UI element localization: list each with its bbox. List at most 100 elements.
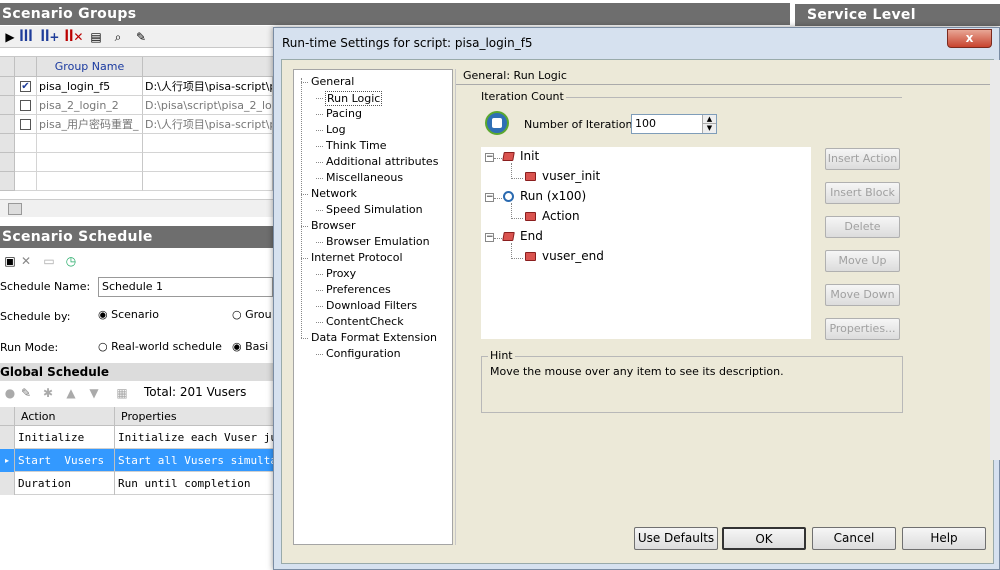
schedule-name-field[interactable]: Schedule 1	[98, 277, 273, 297]
tree-item[interactable]: Internet Protocol	[310, 251, 404, 264]
tree-item[interactable]: Log	[325, 123, 347, 136]
tree-item[interactable]: Proxy	[325, 267, 357, 280]
grid-view-icon[interactable]: ▦	[112, 383, 132, 403]
tree-item[interactable]: Network	[310, 187, 358, 200]
schedule-action-row[interactable]: ▸ Start Vusers Start all Vusers simultane	[0, 449, 273, 472]
move-up-icon[interactable]: ▲	[61, 383, 81, 403]
group-row[interactable]: pisa_2_login_2D:\pisa\script\pisa_2_logi…	[0, 96, 273, 115]
spin-down-icon[interactable]: ▼	[702, 124, 716, 133]
tree-item[interactable]: Browser	[310, 219, 357, 232]
radio-scenario[interactable]: ◉ Scenario	[98, 308, 159, 321]
delete-schedule-icon[interactable]: ✕	[16, 251, 36, 271]
tree-item[interactable]: Additional attributes	[325, 155, 439, 168]
tree-connector	[316, 178, 323, 179]
iterations-spinner[interactable]: 100 ▲ ▼	[631, 114, 717, 134]
properties-cell: Initialize each Vuser just	[118, 431, 273, 444]
group-row[interactable]	[0, 134, 273, 153]
spin-up-icon[interactable]: ▲	[702, 115, 716, 124]
run-logic-node[interactable]: vuser_init	[525, 169, 600, 187]
tree-connector	[316, 146, 323, 147]
enable-checkbox[interactable]	[20, 119, 31, 130]
group-row[interactable]	[0, 153, 273, 172]
schedule-action-row[interactable]: Initialize Initialize each Vuser just	[0, 426, 273, 449]
tree-connector	[316, 114, 323, 115]
run-logic-node[interactable]: vuser_end	[525, 249, 604, 267]
run-logic-node[interactable]: End	[502, 229, 543, 247]
dialog-button[interactable]: Cancel	[812, 527, 896, 550]
run-logic-node[interactable]: Run (x100)	[503, 189, 586, 207]
schedule-name-value: Schedule 1	[102, 280, 164, 293]
global-schedule-header: Global Schedule	[0, 363, 273, 381]
add-vusers-icon[interactable]: ꟾꟾ+	[40, 27, 60, 47]
row-header-cell	[0, 134, 15, 153]
side-button[interactable]: Insert Action	[825, 148, 900, 170]
side-button[interactable]: Move Up	[825, 250, 900, 272]
tree-item[interactable]: Pacing	[325, 107, 363, 120]
group-path-cell: D:\pisa\script\pisa_2_login	[143, 96, 273, 115]
schedule-by-label: Schedule by:	[0, 310, 71, 323]
side-button[interactable]: Delete	[825, 216, 900, 238]
properties-column-header[interactable]: Properties	[115, 407, 273, 426]
tree-connector	[316, 290, 323, 291]
tree-item[interactable]: Miscellaneous	[325, 171, 404, 184]
grid-scrollbar[interactable]	[0, 199, 273, 217]
total-vusers: Total: 201 Vusers	[144, 385, 247, 399]
row-header-cell	[0, 115, 15, 134]
tree-connector	[301, 82, 308, 83]
tree-item[interactable]: Run Logic	[325, 91, 383, 106]
enable-checkbox[interactable]: ✔	[20, 81, 31, 92]
iterations-value: 100	[635, 117, 656, 130]
move-down-icon[interactable]: ▼	[84, 383, 104, 403]
right-edge-strip	[990, 60, 1000, 460]
run-logic-node[interactable]: Action	[525, 209, 580, 227]
radio-realworld[interactable]: ○ Real-world schedule	[98, 340, 222, 353]
row-checkbox-cell	[15, 172, 37, 191]
run-logic-node[interactable]: Init	[502, 149, 539, 167]
remove-vusers-icon[interactable]: ꟾꟾ✕	[64, 27, 84, 47]
tree-item[interactable]: Browser Emulation	[325, 235, 431, 248]
schedule-action-row[interactable]: Duration Run until completion	[0, 472, 273, 495]
side-button[interactable]: Move Down	[825, 284, 900, 306]
tree-connector	[301, 258, 308, 259]
runtime-settings-dialog: Run-time Settings for script: pisa_login…	[273, 27, 1000, 570]
side-button[interactable]: Insert Block	[825, 182, 900, 204]
tree-item[interactable]: Speed Simulation	[325, 203, 424, 216]
enable-checkbox[interactable]	[20, 100, 31, 111]
group-path-cell	[143, 153, 273, 172]
action-column-header[interactable]: Action	[15, 407, 115, 426]
group-row[interactable]: pisa_用户密码重置_ D:\人行项目\pisa-script\p	[0, 115, 273, 134]
group-row[interactable]	[0, 172, 273, 191]
schedule-clock-icon[interactable]: ◷	[61, 251, 81, 271]
view-script-icon[interactable]: ⌕	[108, 27, 128, 47]
radio-basic[interactable]: ◉ Basi	[232, 340, 268, 353]
tree-item[interactable]: General	[310, 75, 355, 88]
edit-script-icon[interactable]: ✎	[131, 27, 151, 47]
tree-item[interactable]: Data Format Extension	[310, 331, 438, 344]
tree-connector	[316, 162, 323, 163]
rename-schedule-icon[interactable]: ▭	[39, 251, 59, 271]
details-icon[interactable]: ▤	[86, 27, 106, 47]
dialog-button[interactable]: Use Defaults	[634, 527, 718, 550]
tree-connector	[316, 322, 323, 323]
expand-collapse-icon[interactable]: −	[485, 153, 494, 162]
expand-collapse-icon[interactable]: −	[485, 193, 494, 202]
side-button[interactable]: Properties...	[825, 318, 900, 340]
expand-collapse-icon[interactable]: −	[485, 233, 494, 242]
run-logic-tree: Init − vuser_init Run (x100) − Action End − vuse…	[481, 147, 811, 339]
edit-action-icon[interactable]: ✎	[16, 383, 36, 403]
group-name-column-header[interactable]: Group Name	[37, 57, 143, 77]
tree-item[interactable]: ContentCheck	[325, 315, 405, 328]
radio-basic-label: Basi	[245, 340, 269, 353]
radio-group[interactable]: ○ Grou	[232, 308, 272, 321]
vusers-icon[interactable]: ꟾꟾꟾ	[16, 27, 36, 47]
dialog-button[interactable]: OK	[722, 527, 806, 550]
dialog-button[interactable]: Help	[902, 527, 986, 550]
delete-action-icon[interactable]: ✱	[38, 383, 58, 403]
tree-item[interactable]: Think Time	[325, 139, 388, 152]
tree-connector	[316, 98, 323, 99]
tree-item[interactable]: Download Filters	[325, 299, 418, 312]
tree-item[interactable]: Configuration	[325, 347, 402, 360]
dialog-close-button[interactable]: x	[947, 29, 992, 48]
group-row[interactable]: ✔ pisa_login_f5 D:\人行项目\pisa-script\p	[0, 77, 273, 96]
tree-item[interactable]: Preferences	[325, 283, 392, 296]
